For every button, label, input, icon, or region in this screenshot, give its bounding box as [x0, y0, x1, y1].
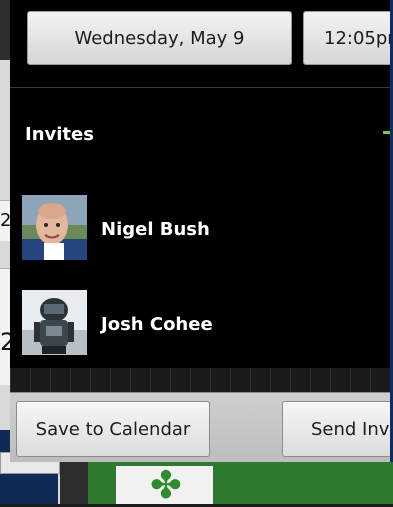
save-to-calendar-button[interactable]: Save to Calendar	[16, 401, 210, 457]
divider	[10, 87, 393, 88]
robot-photo-icon	[22, 290, 87, 355]
action-bar: Save to Calendar Send Invite	[10, 392, 393, 462]
invite-item[interactable]: Josh Cohee	[10, 275, 393, 369]
date-button[interactable]: Wednesday, May 9	[27, 11, 292, 65]
list-footer-band	[10, 368, 393, 392]
invites-title: Invites	[25, 124, 94, 145]
clover-icon: ✤	[150, 463, 182, 507]
invite-item[interactable]: Nigel Bush	[10, 180, 393, 274]
invite-dialog: Wednesday, May 9 12:05pm Invites Nigel B…	[10, 0, 393, 462]
person-photo-icon	[22, 195, 87, 260]
avatar	[22, 195, 87, 260]
time-button[interactable]: 12:05pm	[303, 11, 393, 65]
date-time-row: Wednesday, May 9 12:05pm	[10, 0, 393, 88]
invite-name: Nigel Bush	[101, 219, 210, 240]
invite-name: Josh Cohee	[101, 314, 213, 335]
send-invite-button[interactable]: Send Invite	[282, 401, 393, 457]
avatar	[22, 290, 87, 355]
background-cell	[0, 268, 10, 385]
